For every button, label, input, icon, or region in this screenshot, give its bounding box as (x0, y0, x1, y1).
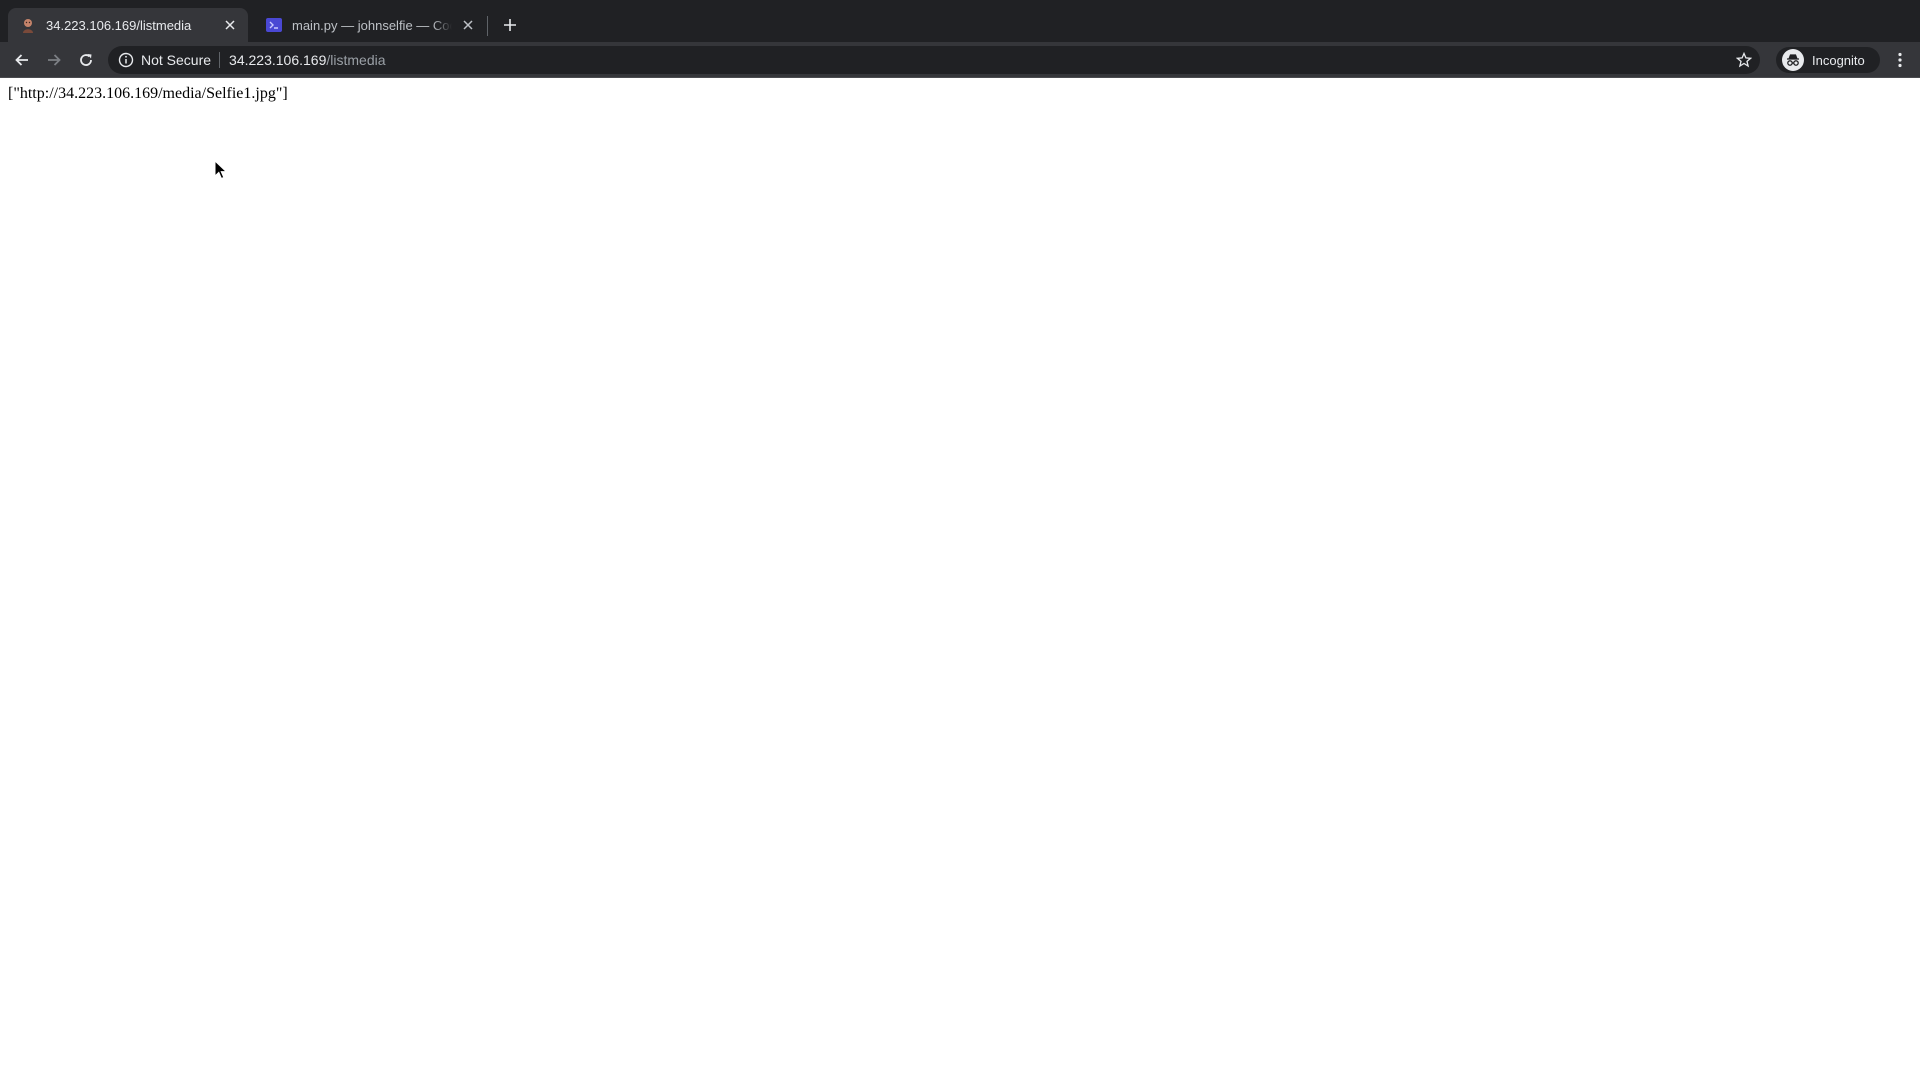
tab-separator (487, 16, 488, 36)
browser-toolbar: Not Secure 34.223.106.169 /listmedia Inc… (0, 42, 1920, 78)
tab-listmedia[interactable]: 34.223.106.169/listmedia (8, 8, 248, 42)
arrow-right-icon (48, 54, 61, 66)
mouse-cursor-icon (214, 160, 228, 180)
incognito-icon (1782, 49, 1804, 71)
profile-label: Incognito (1812, 52, 1865, 68)
back-button[interactable] (8, 46, 36, 74)
plus-icon (504, 19, 516, 31)
close-tab-icon[interactable] (220, 15, 240, 35)
json-response-text: ["http://34.223.106.169/media/Selfie1.jp… (8, 85, 288, 102)
arrow-left-icon (15, 54, 28, 66)
selfie-favicon-icon (23, 19, 33, 33)
omnibox-divider (219, 52, 221, 68)
kebab-menu-icon (1898, 52, 1902, 68)
browser-menu-button[interactable] (1886, 46, 1914, 74)
url-path[interactable]: /listmedia (326, 52, 385, 68)
address-bar[interactable]: Not Secure 34.223.106.169 /listmedia (108, 46, 1760, 74)
new-tab-button[interactable] (498, 13, 522, 37)
page-content: ["http://34.223.106.169/media/Selfie1.jp… (0, 79, 1920, 1080)
reload-icon (80, 54, 92, 66)
info-icon[interactable] (118, 52, 134, 68)
tab-title: main.py — johnselfie — Code - OSS (292, 17, 452, 33)
url-host[interactable]: 34.223.106.169 (229, 52, 326, 68)
security-label[interactable]: Not Secure (141, 52, 211, 68)
forward-button[interactable] (40, 46, 68, 74)
close-tab-icon[interactable] (458, 15, 478, 35)
tab-strip: 34.223.106.169/listmedia main.py — johns… (0, 0, 1920, 42)
star-icon[interactable] (1736, 52, 1752, 68)
incognito-profile-button[interactable]: Incognito (1776, 47, 1880, 73)
tab-vscode[interactable]: main.py — johnselfie — Code - OSS (254, 8, 486, 42)
tab-title: 34.223.106.169/listmedia (46, 17, 192, 33)
reload-button[interactable] (72, 46, 100, 74)
vscode-icon (266, 18, 282, 32)
